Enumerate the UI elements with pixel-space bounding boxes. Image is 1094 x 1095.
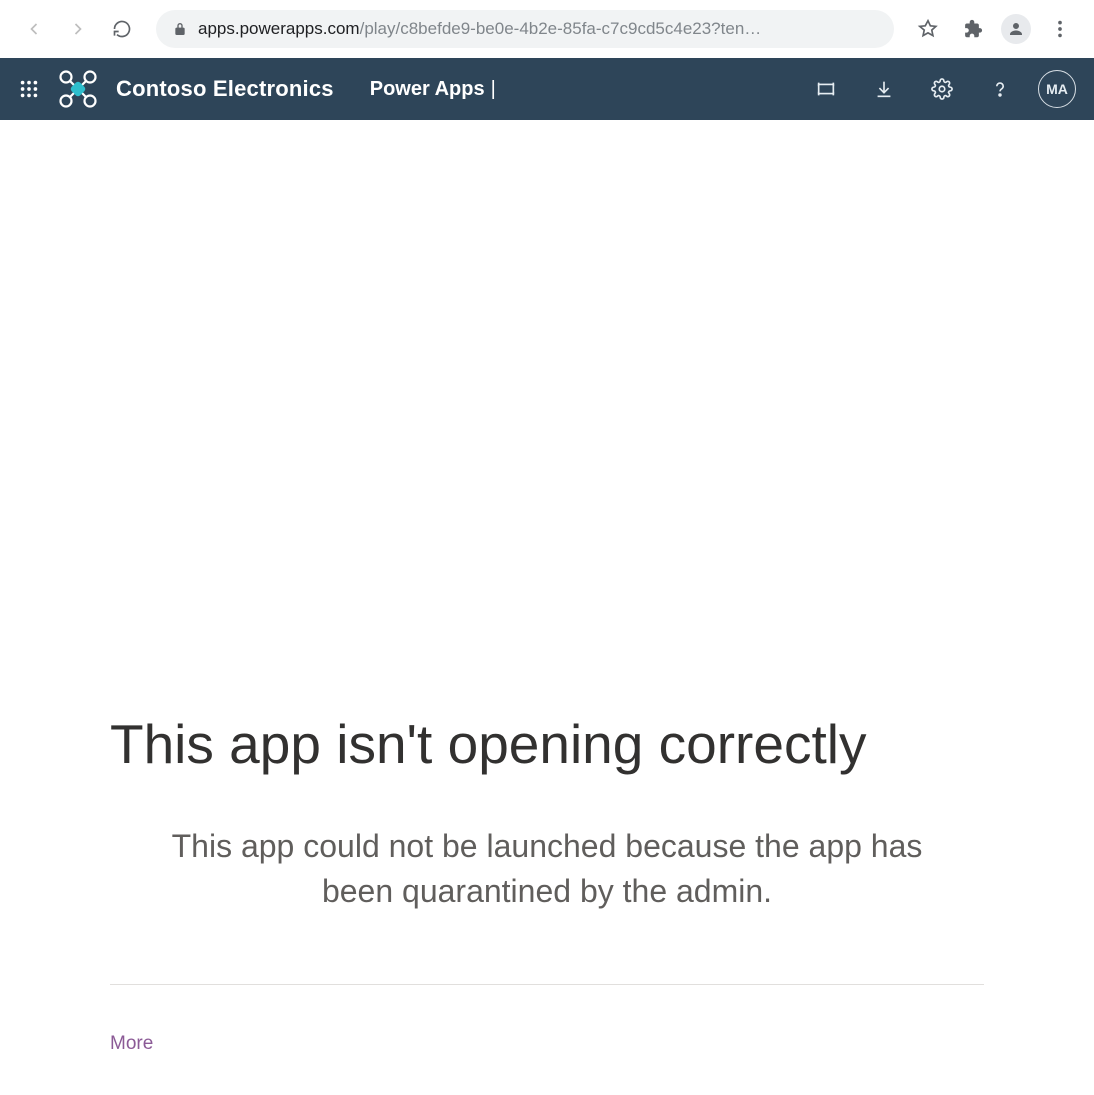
more-link[interactable]: More (110, 1033, 153, 1054)
profile-avatar (1001, 14, 1031, 44)
puzzle-icon (961, 18, 983, 40)
help-button[interactable] (980, 69, 1020, 109)
arrow-left-icon (24, 19, 44, 39)
user-avatar[interactable]: MA (1038, 70, 1076, 108)
extensions-button[interactable] (954, 11, 990, 47)
content-area: This app isn't opening correctly This ap… (0, 120, 1094, 1095)
profile-button[interactable] (998, 11, 1034, 47)
reload-button[interactable] (104, 11, 140, 47)
url-path: /play/c8befde9-be0e-4b2e-85fa-c7c9cd5c4e… (360, 19, 762, 38)
brand-name: Contoso Electronics (116, 76, 334, 102)
error-block: This app isn't opening correctly This ap… (110, 712, 984, 1095)
forward-button[interactable] (60, 11, 96, 47)
help-icon (989, 78, 1011, 100)
divider-line (110, 984, 984, 985)
arrow-right-icon (68, 19, 88, 39)
browser-chrome: apps.powerapps.com/play/c8befde9-be0e-4b… (0, 0, 1094, 58)
fit-icon (815, 78, 837, 100)
app-label-text: Power Apps (370, 78, 485, 101)
more-vert-icon (1049, 18, 1071, 40)
fit-to-window-button[interactable] (806, 69, 846, 109)
app-topbar: Contoso Electronics Power Apps | MA (0, 58, 1094, 120)
avatar-initials: MA (1046, 81, 1068, 97)
app-label-divider: | (491, 78, 496, 101)
chrome-menu-button[interactable] (1042, 11, 1078, 47)
settings-button[interactable] (922, 69, 962, 109)
download-button[interactable] (864, 69, 904, 109)
back-button[interactable] (16, 11, 52, 47)
app-name-label: Power Apps | (370, 78, 496, 101)
gear-icon (931, 78, 953, 100)
person-icon (1007, 20, 1025, 38)
error-message: This app could not be launched because t… (137, 824, 957, 914)
drone-icon (58, 69, 98, 109)
address-bar[interactable]: apps.powerapps.com/play/c8befde9-be0e-4b… (156, 10, 894, 48)
url-text: apps.powerapps.com/play/c8befde9-be0e-4b… (198, 19, 878, 39)
lock-icon (172, 21, 188, 37)
bookmark-button[interactable] (910, 11, 946, 47)
reload-icon (112, 19, 132, 39)
error-title: This app isn't opening correctly (110, 712, 984, 777)
waffle-icon (18, 78, 40, 100)
star-icon (917, 18, 939, 40)
brand-logo (58, 69, 98, 109)
download-icon (873, 78, 895, 100)
app-launcher-button[interactable] (18, 78, 40, 100)
url-host: apps.powerapps.com (198, 19, 360, 38)
